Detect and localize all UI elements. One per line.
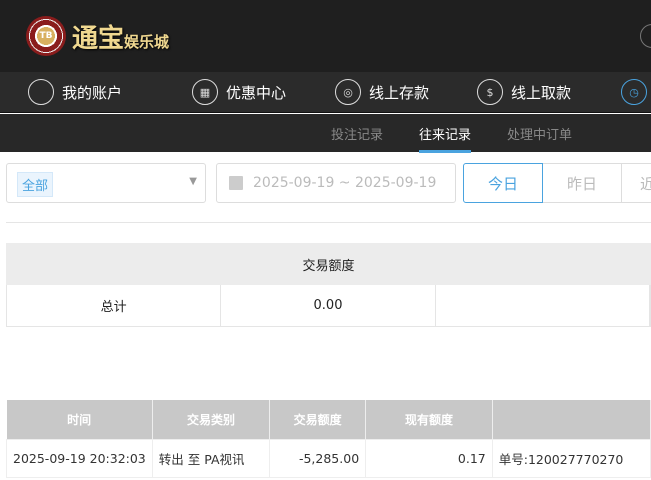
gift-icon: ▦ bbox=[192, 79, 218, 105]
col-time: 时间 bbox=[6, 400, 153, 439]
col-remark bbox=[492, 400, 651, 439]
col-type: 交易类别 bbox=[152, 400, 271, 439]
withdraw-icon: $ bbox=[477, 79, 503, 105]
sub-tabs: 投注记录 往来记录 处理中订单 bbox=[0, 114, 651, 153]
type-select[interactable]: 全部 ▼ bbox=[6, 163, 206, 203]
divider bbox=[6, 222, 651, 223]
summary-value: 0.00 bbox=[221, 285, 436, 326]
nav-records[interactable]: ◷ bbox=[621, 79, 651, 105]
cell-remark: 单号:120027770270 bbox=[491, 438, 651, 478]
summary-row: 总计 0.00 bbox=[6, 285, 651, 327]
cell-type: 转出 至 PA视讯 bbox=[151, 438, 271, 478]
summary-empty bbox=[436, 285, 650, 326]
today-button[interactable]: 今日 bbox=[463, 163, 543, 203]
tab-transaction-records[interactable]: 往来记录 bbox=[419, 124, 472, 153]
selected-tag: 全部 bbox=[17, 172, 54, 197]
cell-time: 2025-09-19 20:32:03 bbox=[6, 438, 153, 478]
chevron-down-icon: ▼ bbox=[189, 176, 197, 187]
tab-bet-records[interactable]: 投注记录 bbox=[331, 124, 383, 143]
nav-deposit[interactable]: ◎ 线上存款 bbox=[335, 79, 429, 105]
summary-table: 交易额度 总计 0.00 bbox=[6, 243, 651, 327]
summary-label: 总计 bbox=[7, 285, 222, 326]
logo[interactable]: TB 通宝娱乐城 bbox=[26, 16, 169, 56]
transactions-table: 时间 交易类别 交易额度 现有额度 2025-09-19 20:32:03 转出… bbox=[6, 400, 651, 478]
date-range-value: 2025-09-19 ~ 2025-09-19 bbox=[253, 175, 437, 191]
nav-my-account[interactable]: 我的账户 bbox=[28, 79, 122, 105]
header: TB 通宝娱乐城 bbox=[0, 0, 651, 72]
recent-button[interactable]: 近 bbox=[622, 163, 651, 203]
logo-main: 通宝 bbox=[72, 23, 125, 54]
date-range-input[interactable]: 2025-09-19 ~ 2025-09-19 bbox=[216, 163, 456, 203]
logo-sub: 娱乐城 bbox=[124, 32, 170, 51]
nav-label: 优惠中心 bbox=[226, 83, 287, 102]
yesterday-button[interactable]: 昨日 bbox=[543, 163, 622, 203]
table-row: 2025-09-19 20:32:03 转出 至 PA视讯 -5,285.00 … bbox=[6, 438, 651, 478]
logo-chip: TB bbox=[26, 16, 66, 56]
col-balance: 现有额度 bbox=[365, 400, 493, 439]
cell-balance: 0.17 bbox=[365, 438, 493, 478]
deposit-icon: ◎ bbox=[335, 79, 361, 105]
user-icon[interactable] bbox=[640, 24, 651, 48]
table-header: 时间 交易类别 交易额度 现有额度 bbox=[6, 400, 651, 439]
calendar-icon bbox=[229, 176, 243, 190]
nav-withdraw[interactable]: $ 线上取款 bbox=[477, 79, 571, 105]
user-icon bbox=[28, 79, 54, 105]
nav-promotions[interactable]: ▦ 优惠中心 bbox=[192, 79, 286, 105]
col-amount: 交易额度 bbox=[269, 400, 367, 439]
nav-label: 线上取款 bbox=[511, 83, 572, 102]
summary-header: 交易额度 bbox=[6, 243, 651, 285]
nav-label: 我的账户 bbox=[62, 83, 123, 102]
main-nav: 我的账户 ▦ 优惠中心 ◎ 线上存款 $ 线上取款 ◷ bbox=[0, 72, 651, 113]
cell-amount: -5,285.00 bbox=[269, 438, 367, 478]
nav-label: 线上存款 bbox=[369, 83, 430, 102]
clipboard-clock-icon: ◷ bbox=[621, 79, 647, 105]
tab-pending-orders[interactable]: 处理中订单 bbox=[507, 124, 572, 143]
